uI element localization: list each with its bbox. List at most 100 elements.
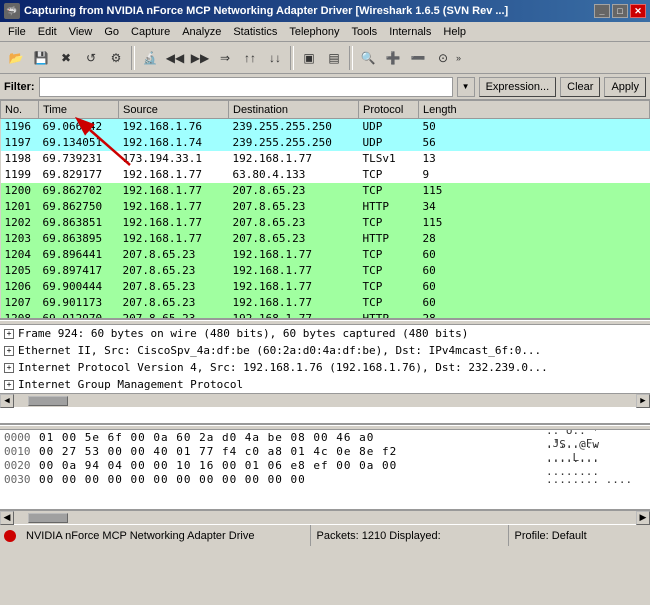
- toolbar-more[interactable]: »: [456, 46, 468, 70]
- hscroll-thumb[interactable]: [28, 396, 68, 406]
- col-source: Source: [119, 101, 229, 119]
- toolbar-btn-close-cap[interactable]: ✖: [54, 46, 78, 70]
- menu-file[interactable]: File: [2, 24, 32, 40]
- detail-row[interactable]: + Internet Protocol Version 4, Src: 192.1…: [0, 359, 650, 376]
- expand-icon[interactable]: +: [4, 346, 14, 356]
- hex-offset: 0000: [4, 431, 39, 444]
- close-button[interactable]: ✕: [630, 4, 646, 18]
- toolbar-btn-zoom-in[interactable]: 🔍: [356, 46, 380, 70]
- app-icon: 🦈: [4, 3, 20, 19]
- toolbar-btn-orig-size[interactable]: ⊙: [431, 46, 455, 70]
- toolbar-btn-cap-opts[interactable]: ⚙: [104, 46, 128, 70]
- detail-text: Internet Protocol Version 4, Src: 192.16…: [18, 361, 548, 374]
- toolbar-btn-bottom[interactable]: ↓↓: [263, 46, 287, 70]
- packet-table-wrapper: No. Time Source Destination Protocol Len…: [0, 100, 650, 320]
- toolbar-btn-find[interactable]: 🔬: [138, 46, 162, 70]
- table-row[interactable]: 120469.896441207.8.65.23192.168.1.77TCP6…: [1, 247, 650, 263]
- col-time: Time: [39, 101, 119, 119]
- col-length: Length: [419, 101, 650, 119]
- menu-capture[interactable]: Capture: [125, 24, 176, 40]
- hex-hscroll-thumb[interactable]: [28, 513, 68, 523]
- hex-dump-row: 002000 0a 94 04 00 00 10 16 00 01 06 e8 …: [0, 458, 650, 472]
- filter-label: Filter:: [4, 81, 35, 93]
- window-controls: _ □ ✕: [594, 4, 646, 18]
- table-row[interactable]: 120069.862702192.168.1.77207.8.65.23TCP1…: [1, 183, 650, 199]
- maximize-button[interactable]: □: [612, 4, 628, 18]
- toolbar-btn-forward[interactable]: ▶▶: [188, 46, 212, 70]
- hex-offset: 0010: [4, 445, 39, 458]
- detail-row[interactable]: + Ethernet II, Src: CiscoSpv_4a:df:be (60…: [0, 342, 650, 359]
- detail-panel: + Frame 924: 60 bytes on wire (480 bits),…: [0, 325, 650, 425]
- menu-tools[interactable]: Tools: [346, 24, 384, 40]
- table-header-row: No. Time Source Destination Protocol Len…: [1, 101, 650, 119]
- hex-hscroll-right[interactable]: ▶: [636, 511, 650, 525]
- toolbar-separator: [290, 46, 294, 70]
- hex-offset: 0030: [4, 473, 39, 486]
- menu-help[interactable]: Help: [437, 24, 472, 40]
- table-row[interactable]: 120769.901173207.8.65.23192.168.1.77TCP6…: [1, 295, 650, 311]
- table-row[interactable]: 120869.912970207.8.65.23192.168.1.77HTTP…: [1, 311, 650, 321]
- hex-hscroll-left[interactable]: ◀: [0, 511, 14, 525]
- filter-bar: Filter: ▼ Expression... Clear Apply: [0, 74, 650, 100]
- hex-bytes: 00 00 00 00 00 00 00 00 00 00 00 00: [39, 473, 538, 486]
- toolbar-btn-open[interactable]: 📂: [4, 46, 28, 70]
- filter-dropdown-button[interactable]: ▼: [457, 77, 475, 97]
- detail-text: Internet Group Management Protocol: [18, 378, 243, 391]
- status-bar: NVIDIA nForce MCP Networking Adapter Dri…: [0, 524, 650, 546]
- hex-dump-row: 003000 00 00 00 00 00 00 00 00 00 00 00.…: [0, 472, 650, 486]
- table-row[interactable]: 120369.863895192.168.1.77207.8.65.23HTTP…: [1, 231, 650, 247]
- status-packets: Packets: 1210 Displayed:: [311, 525, 509, 546]
- table-row[interactable]: 120169.862750192.168.1.77207.8.65.23HTTP…: [1, 199, 650, 215]
- apply-button[interactable]: Apply: [604, 77, 646, 97]
- toolbar-btn-save[interactable]: 💾: [29, 46, 53, 70]
- detail-hscrollbar[interactable]: ◀ ▶: [0, 393, 650, 407]
- minimize-button[interactable]: _: [594, 4, 610, 18]
- status-adapter: NVIDIA nForce MCP Networking Adapter Dri…: [20, 525, 311, 546]
- toolbar-btn-reload[interactable]: ↺: [79, 46, 103, 70]
- detail-text: Ethernet II, Src: CiscoSpv_4a:df:be (60:…: [18, 344, 541, 357]
- menu-internals[interactable]: Internals: [383, 24, 437, 40]
- detail-text: Frame 924: 60 bytes on wire (480 bits), …: [18, 327, 468, 340]
- expression-button[interactable]: Expression...: [479, 77, 557, 97]
- toolbar-btn-goto[interactable]: ⇒: [213, 46, 237, 70]
- hex-dump-panel: 000001 00 5e 6f 00 0a 60 2a d0 4a be 08 …: [0, 430, 650, 510]
- toolbar-separator: [349, 46, 353, 70]
- menu-view[interactable]: View: [63, 24, 99, 40]
- expand-icon[interactable]: +: [4, 380, 14, 390]
- table-row[interactable]: 119769.134051192.168.1.74239.255.255.250…: [1, 135, 650, 151]
- capture-led: [4, 530, 16, 542]
- expand-icon[interactable]: +: [4, 363, 14, 373]
- toolbar-btn-zoom-reset[interactable]: ➖: [406, 46, 430, 70]
- detail-row[interactable]: + Internet Group Management Protocol: [0, 376, 650, 393]
- toolbar-btn-zoom-out[interactable]: ➕: [381, 46, 405, 70]
- table-row[interactable]: 120669.900444207.8.65.23192.168.1.77TCP6…: [1, 279, 650, 295]
- hex-bytes: 00 27 53 00 00 40 01 77 f4 c0 a8 01 4c 0…: [39, 445, 538, 458]
- menu-telephony[interactable]: Telephony: [283, 24, 345, 40]
- menu-go[interactable]: Go: [98, 24, 125, 40]
- title-bar: 🦈 Capturing from NVIDIA nForce MCP Netwo…: [0, 0, 650, 22]
- hex-bytes: 01 00 5e 6f 00 0a 60 2a d0 4a be 08 00 4…: [39, 431, 538, 444]
- table-row[interactable]: 119869.739231173.194.33.1192.168.1.77TLS…: [1, 151, 650, 167]
- expand-icon[interactable]: +: [4, 329, 14, 339]
- menu-analyze[interactable]: Analyze: [176, 24, 227, 40]
- menu-statistics[interactable]: Statistics: [227, 24, 283, 40]
- detail-row[interactable]: + Frame 924: 60 bytes on wire (480 bits),…: [0, 325, 650, 342]
- toolbar-btn-colorize[interactable]: ▣: [297, 46, 321, 70]
- hex-offset: 0020: [4, 459, 39, 472]
- title-text: Capturing from NVIDIA nForce MCP Network…: [24, 5, 594, 17]
- table-row[interactable]: 119969.829177192.168.1.7763.80.4.133TCP9: [1, 167, 650, 183]
- hscroll-left[interactable]: ◀: [0, 394, 14, 408]
- clear-button[interactable]: Clear: [560, 77, 600, 97]
- col-no: No.: [1, 101, 39, 119]
- hex-hscrollbar[interactable]: ◀ ▶: [0, 510, 650, 524]
- table-row[interactable]: 120569.897417207.8.65.23192.168.1.77TCP6…: [1, 263, 650, 279]
- table-row[interactable]: 120269.863851192.168.1.77207.8.65.23TCP1…: [1, 215, 650, 231]
- toolbar-btn-top[interactable]: ↑↑: [238, 46, 262, 70]
- col-protocol: Protocol: [359, 101, 419, 119]
- toolbar-btn-back[interactable]: ◀◀: [163, 46, 187, 70]
- table-row[interactable]: 119669.066042192.168.1.76239.255.255.250…: [1, 119, 650, 135]
- hscroll-right[interactable]: ▶: [636, 394, 650, 408]
- toolbar-btn-autoscale[interactable]: ▤: [322, 46, 346, 70]
- menu-edit[interactable]: Edit: [32, 24, 63, 40]
- filter-input[interactable]: [39, 77, 453, 97]
